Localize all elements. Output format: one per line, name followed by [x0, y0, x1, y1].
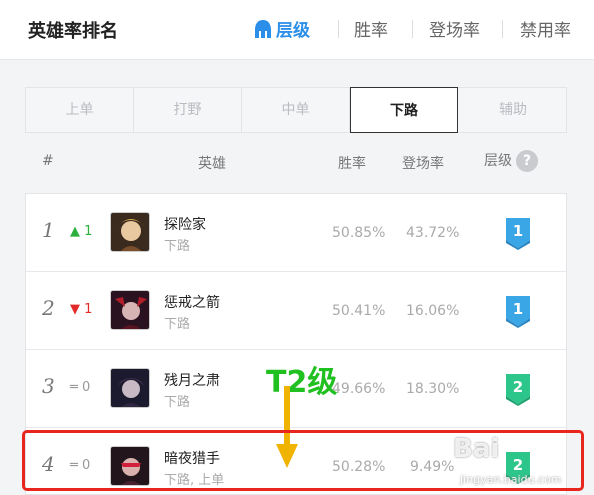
header: 英雄率排名 层级 胜率 登场率 禁用率 — [0, 0, 594, 60]
hero-position: 下路 — [164, 239, 191, 254]
rank-change: ═ 0 — [70, 380, 90, 395]
column-header-tier-label: 层级 — [484, 153, 512, 169]
hero-name[interactable]: 探险家 — [164, 214, 206, 234]
tab-banrate[interactable]: 禁用率 — [520, 16, 571, 41]
position-tabs: 上单 打野 中单 下路 辅助 — [25, 87, 567, 133]
equal-icon: ═ — [70, 380, 78, 395]
column-header-pickrate[interactable]: 登场率 — [402, 153, 444, 173]
hero-name[interactable]: 残月之肃 — [164, 370, 220, 390]
tab-tier-label: 层级 — [276, 21, 310, 41]
tier-badge: 1 — [503, 294, 533, 328]
table-row[interactable]: 2 ▼ 1 惩戒之箭 下路 50.41% 16.06% 1 — [26, 272, 566, 350]
tier-badge: 1 — [503, 216, 533, 250]
watermark-text: Bai — [453, 434, 500, 464]
watermark-subtext: jingyan.baidu.com — [460, 473, 562, 486]
hero-pickrate: 16.06% — [406, 303, 460, 319]
column-header-winrate[interactable]: 胜率 — [338, 153, 366, 173]
helmet-icon — [254, 19, 272, 44]
position-tab-jungle[interactable]: 打野 — [134, 88, 242, 132]
column-header-rank: # — [42, 153, 54, 169]
rank-change: ▲ 1 — [70, 224, 92, 239]
triangle-up-icon: ▲ — [70, 224, 80, 239]
position-tab-bottom[interactable]: 下路 — [350, 87, 458, 133]
tab-divider — [502, 20, 503, 38]
hero-avatar[interactable] — [110, 212, 150, 252]
hero-winrate: 49.66% — [332, 381, 386, 397]
tier-badge-value: 1 — [513, 300, 523, 318]
hero-position: 下路 — [164, 395, 191, 410]
hero-winrate: 50.85% — [332, 225, 386, 241]
tab-divider — [338, 20, 339, 38]
tab-pickrate[interactable]: 登场率 — [429, 16, 480, 41]
position-tab-support[interactable]: 辅助 — [459, 88, 567, 132]
rank-change-value: 1 — [84, 302, 93, 317]
hero-position: 下路 — [164, 317, 191, 332]
rank-change: ▼ 1 — [70, 302, 92, 317]
rank-number: 3 — [42, 374, 55, 398]
rank-change-value: 1 — [84, 224, 93, 239]
rank-number: 1 — [42, 218, 55, 242]
help-icon[interactable]: ? — [516, 150, 538, 172]
hero-avatar[interactable] — [110, 368, 150, 408]
tier-badge-value: 2 — [513, 378, 523, 396]
column-header-tier: 层级? — [484, 150, 538, 172]
rank-number: 2 — [42, 296, 55, 320]
hero-pickrate: 18.30% — [406, 381, 460, 397]
tier-badge-value: 1 — [513, 222, 523, 240]
rank-change-value: 0 — [81, 380, 91, 395]
position-tab-top[interactable]: 上单 — [26, 88, 134, 132]
triangle-down-icon: ▼ — [70, 302, 80, 317]
hero-winrate: 50.41% — [332, 303, 386, 319]
hero-avatar[interactable] — [110, 290, 150, 330]
table-row[interactable]: 1 ▲ 1 探险家 下路 50.85% 43.72% 1 — [26, 194, 566, 272]
column-header-hero: 英雄 — [198, 156, 226, 172]
tab-winrate[interactable]: 胜率 — [354, 16, 388, 41]
tab-tier[interactable]: 层级 — [254, 16, 310, 44]
tab-divider — [412, 20, 413, 38]
position-tab-mid[interactable]: 中单 — [242, 88, 350, 132]
hero-name[interactable]: 惩戒之箭 — [164, 292, 220, 312]
tier-badge: 2 — [503, 372, 533, 406]
page-title: 英雄率排名 — [28, 21, 118, 42]
hero-pickrate: 43.72% — [406, 225, 460, 241]
